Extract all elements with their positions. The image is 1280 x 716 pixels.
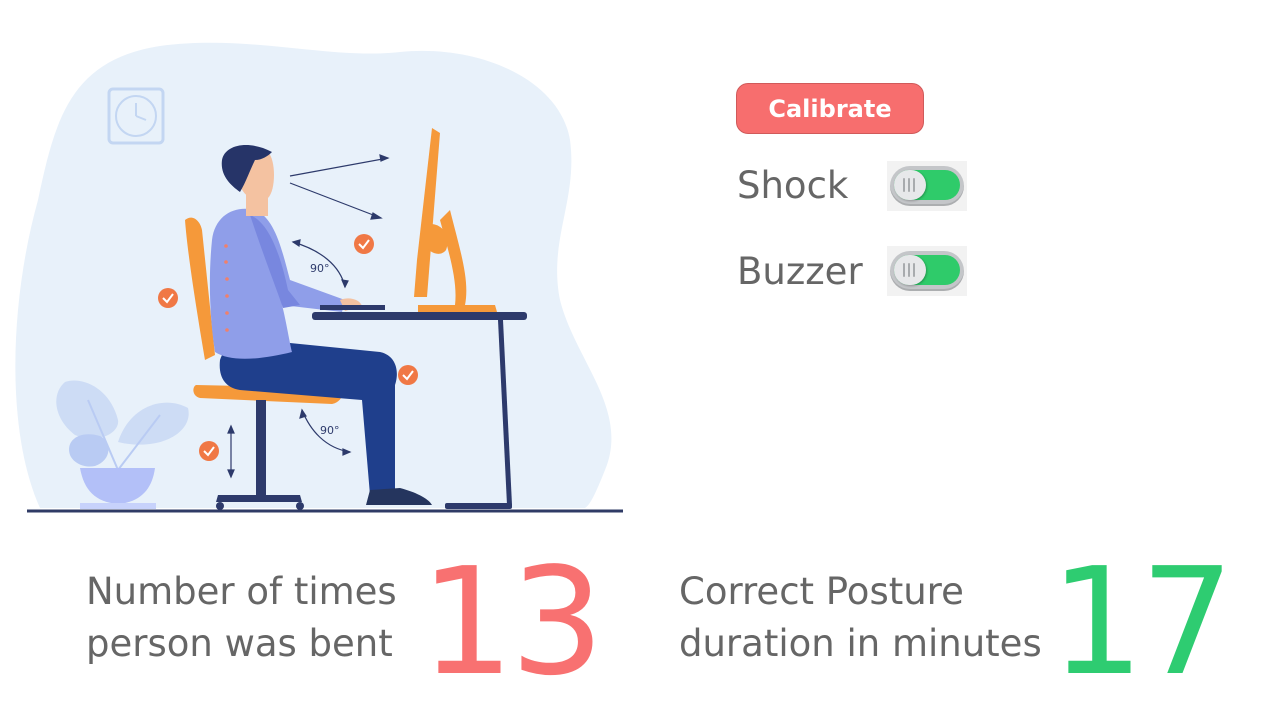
toggle-knob bbox=[894, 170, 926, 200]
calibrate-button[interactable]: Calibrate bbox=[736, 83, 924, 134]
shock-label: Shock bbox=[737, 164, 849, 207]
check-badge-icon bbox=[199, 441, 219, 461]
buzzer-toggle[interactable] bbox=[887, 246, 967, 296]
posture-duration-label: Correct Posture duration in minutes bbox=[679, 570, 1042, 665]
check-badge-icon bbox=[158, 288, 178, 308]
check-badge-icon bbox=[398, 365, 418, 385]
knee-angle-label: 90° bbox=[320, 424, 340, 437]
shock-toggle[interactable] bbox=[887, 161, 967, 211]
bent-count-label: Number of times person was bent bbox=[86, 570, 397, 665]
back-angle-label: 90° bbox=[310, 262, 330, 275]
wall-clock-icon bbox=[107, 87, 165, 145]
toggle-knob bbox=[894, 255, 926, 285]
check-badge-icon bbox=[354, 234, 374, 254]
buzzer-label: Buzzer bbox=[737, 250, 863, 293]
ergonomic-posture-illustration: 90° 90° bbox=[0, 0, 640, 530]
bent-count-value: 13 bbox=[420, 536, 604, 708]
posture-duration-value: 17 bbox=[1050, 536, 1234, 708]
